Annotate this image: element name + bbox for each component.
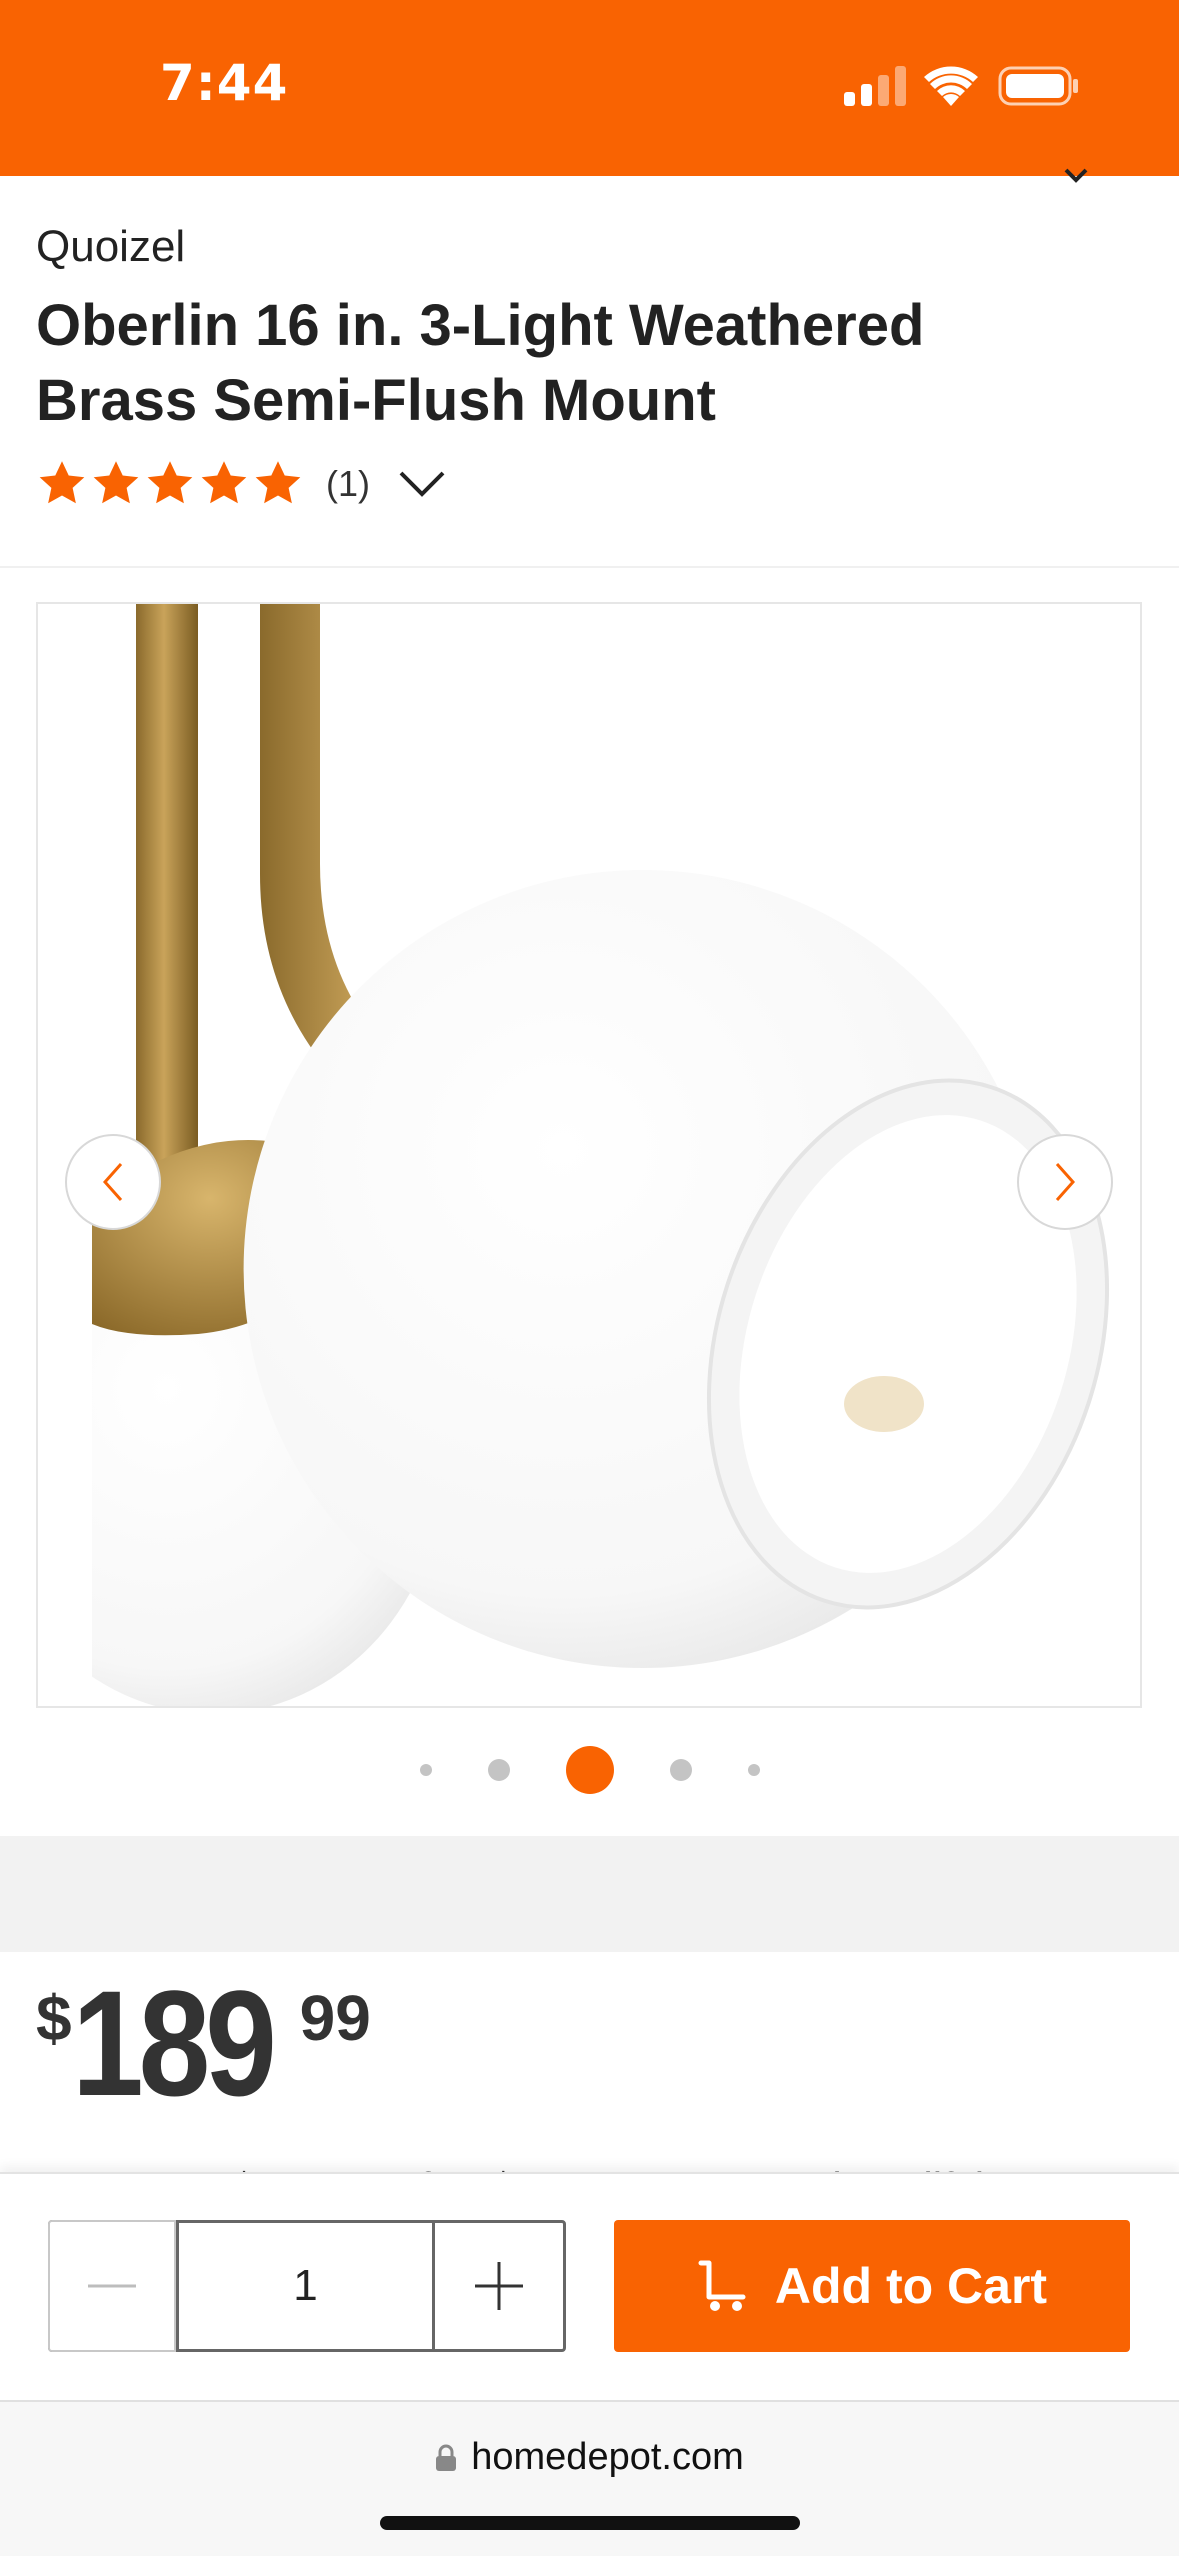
review-count[interactable]: (1)	[326, 463, 370, 505]
chevron-down-icon[interactable]	[1062, 166, 1090, 186]
battery-icon	[998, 66, 1078, 106]
chevron-left-icon	[102, 1163, 123, 1201]
minus-icon	[88, 2284, 136, 2288]
quantity-input[interactable]: 1	[176, 2223, 435, 2349]
promo-discount: $25 OFF	[491, 2164, 657, 2172]
star-icon	[201, 461, 247, 504]
add-to-cart-label: Add to Cart	[774, 2258, 1048, 2314]
pagination-dot[interactable]	[747, 1764, 760, 1776]
quantity-stepper: 1	[48, 2220, 566, 2352]
pagination-dot[interactable]	[419, 1764, 432, 1776]
cellular-signal-icon	[844, 66, 906, 106]
gallery-prev-button[interactable]	[65, 1134, 161, 1230]
product-image-frame[interactable]	[36, 602, 1142, 1708]
pagination-dot-active[interactable]	[565, 1746, 614, 1794]
status-bar: 7:44	[0, 0, 1179, 176]
star-icon	[39, 461, 85, 504]
lock-icon	[436, 2444, 457, 2471]
chevron-down-icon[interactable]	[398, 469, 446, 499]
price-currency: $	[36, 1982, 72, 2054]
quantity-increase-button[interactable]	[435, 2223, 563, 2349]
rating-summary[interactable]: (1)	[36, 456, 446, 512]
star-icon	[147, 461, 193, 504]
quantity-decrease-button[interactable]	[48, 2220, 176, 2352]
promo-message: Pay $164.99 after $25 OFF your total qua…	[0, 2148, 1179, 2172]
price-cents: 99	[299, 1982, 371, 2054]
cart-icon	[698, 2260, 746, 2311]
chevron-right-icon	[1055, 1163, 1076, 1201]
url-display[interactable]: homedepot.com	[0, 2436, 1179, 2479]
star-icon	[93, 461, 139, 504]
wifi-icon	[924, 66, 978, 106]
status-time: 7:44	[160, 54, 289, 112]
product-brand[interactable]: Quoizel	[36, 222, 185, 272]
gallery-pagination	[0, 1744, 1179, 1796]
product-price: $ 189 99	[36, 1959, 371, 2127]
product-image	[38, 604, 1140, 1706]
pagination-dot[interactable]	[669, 1759, 692, 1781]
section-divider	[0, 1836, 1179, 1952]
url-text: homedepot.com	[471, 2436, 744, 2478]
gallery-next-button[interactable]	[1017, 1134, 1113, 1230]
product-title: Oberlin 16 in. 3-Light Weathered Brass S…	[36, 293, 925, 433]
price-dollars: 189	[71, 1959, 277, 2127]
star-icon	[255, 461, 301, 504]
pagination-dot[interactable]	[487, 1759, 510, 1781]
star-rating	[36, 458, 304, 510]
add-to-cart-button[interactable]: Add to Cart	[614, 2220, 1130, 2352]
promo-sale-price: $164.99	[232, 2164, 384, 2172]
home-indicator[interactable]	[380, 2516, 800, 2530]
plus-icon	[475, 2262, 523, 2310]
